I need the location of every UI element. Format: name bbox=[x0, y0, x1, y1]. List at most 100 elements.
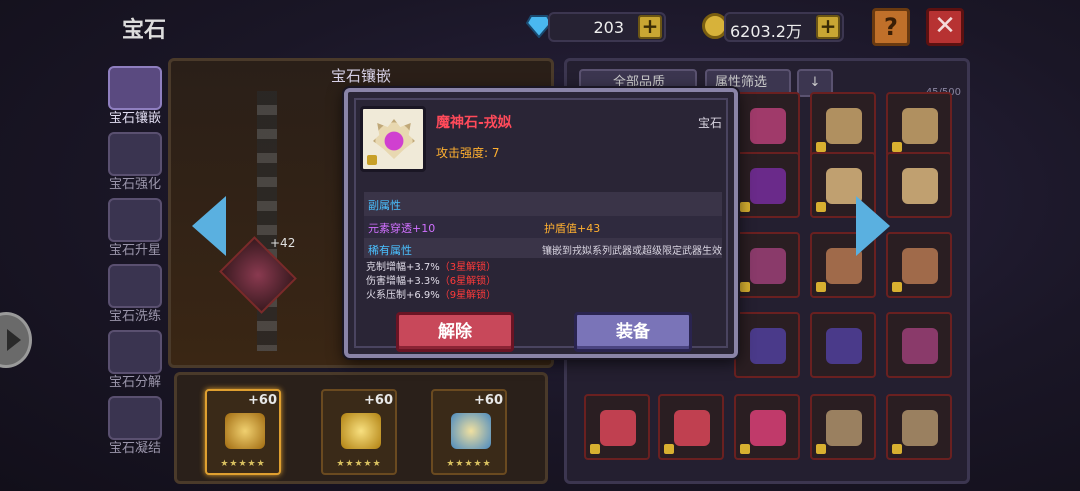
sub-attr-shield: 护盾值+43 bbox=[544, 222, 601, 235]
lock-icon bbox=[740, 444, 750, 454]
page-title: 宝石 bbox=[122, 18, 167, 43]
gold-amount: 6203.2万 bbox=[730, 22, 802, 41]
sidebar-item-label: 宝石分解 bbox=[108, 375, 161, 390]
socket-bonus: +42 bbox=[270, 236, 296, 250]
gem-icon bbox=[674, 410, 710, 446]
help-button[interactable]: ? bbox=[872, 8, 910, 46]
lock-icon bbox=[816, 202, 826, 212]
slot-bonus: +60 bbox=[474, 393, 503, 408]
prev-arrow-icon[interactable] bbox=[192, 196, 226, 256]
gem-icon bbox=[600, 410, 636, 446]
sidebar-item-gem-condense[interactable]: 宝石凝结 bbox=[104, 394, 166, 456]
unlock-condition: （9星解锁） bbox=[439, 290, 497, 301]
star-rating: ★★★★★ bbox=[220, 459, 266, 469]
gem-cell[interactable] bbox=[886, 312, 952, 378]
gem-cell[interactable] bbox=[810, 92, 876, 158]
play-arrow-icon bbox=[7, 329, 21, 351]
crown-gem-icon bbox=[341, 413, 381, 449]
sidebar-item-gem-inlay[interactable]: 宝石镶嵌 bbox=[104, 64, 166, 126]
sidebar-item-gem-enhance[interactable]: 宝石强化 bbox=[104, 130, 166, 192]
side-expand-button[interactable] bbox=[0, 312, 32, 368]
gem-name: 魔神石-戎姒 bbox=[436, 115, 512, 131]
crown-gem-icon bbox=[373, 119, 415, 159]
gem-cell[interactable] bbox=[734, 152, 800, 218]
slot-bonus: +60 bbox=[364, 393, 393, 408]
orbit-gem-icon bbox=[451, 413, 491, 449]
diamond-counter: 203 + bbox=[548, 12, 666, 42]
gem-cell[interactable] bbox=[734, 394, 800, 460]
star-rating: ★★★★★ bbox=[336, 459, 382, 469]
next-arrow-icon[interactable] bbox=[856, 196, 890, 256]
gem-icon bbox=[750, 328, 786, 364]
sidebar-item-label: 宝石洗练 bbox=[108, 309, 161, 324]
remove-button[interactable]: 解除 bbox=[396, 312, 514, 352]
gem-cell[interactable] bbox=[886, 92, 952, 158]
gem-cell[interactable] bbox=[734, 232, 800, 298]
gem-cell[interactable] bbox=[810, 394, 876, 460]
sub-attr-title: 副属性 bbox=[368, 199, 401, 212]
gem-enhance-icon bbox=[108, 132, 162, 176]
lock-icon bbox=[892, 142, 902, 152]
lock-icon bbox=[816, 282, 826, 292]
star-rating: ★★★★★ bbox=[446, 459, 492, 469]
star-icon bbox=[108, 198, 162, 242]
gem-portrait bbox=[360, 106, 426, 172]
rare-attr-title: 稀有属性 bbox=[368, 244, 412, 257]
sidebar-item-gem-decompose[interactable]: 宝石分解 bbox=[104, 328, 166, 390]
gem-icon bbox=[750, 410, 786, 446]
lock-icon bbox=[664, 444, 674, 454]
attack-stat: 攻击强度: 7 bbox=[436, 146, 500, 160]
rare-attr-note: 镶嵌到戎姒系列武器或超级限定武器生效 bbox=[542, 246, 722, 257]
gem-condense-icon bbox=[108, 396, 162, 440]
gem-icon bbox=[750, 248, 786, 284]
gem-icon bbox=[225, 413, 265, 449]
sub-attr-header: 副属性 bbox=[364, 192, 722, 216]
rare-attr-line: 伤害增幅+3.3%（6星解锁） bbox=[366, 272, 496, 287]
inlay-panel-title: 宝石镶嵌 bbox=[330, 67, 391, 85]
gem-icon bbox=[902, 168, 938, 204]
equipped-slot[interactable]: +60 ★★★★★ bbox=[431, 389, 507, 475]
lock-icon bbox=[892, 444, 902, 454]
diamond-amount: 203 bbox=[593, 18, 624, 37]
rare-attr-line: 火系压制+6.9%（9星解锁） bbox=[366, 286, 496, 301]
equipped-slot[interactable]: +60 ★★★★★ bbox=[321, 389, 397, 475]
slot-bonus: +60 bbox=[248, 393, 277, 408]
lock-icon bbox=[892, 282, 902, 292]
add-gold-button[interactable]: + bbox=[816, 15, 840, 39]
gem-decompose-icon bbox=[108, 330, 162, 374]
equipped-slot[interactable]: +60 ★★★★★ bbox=[205, 389, 281, 475]
sidebar-item-label: 宝石升星 bbox=[108, 243, 161, 258]
gem-icon bbox=[902, 248, 938, 284]
gem-icon bbox=[902, 410, 938, 446]
gem-icon bbox=[902, 108, 938, 144]
gem-icon bbox=[826, 410, 862, 446]
item-type: 宝石 bbox=[697, 116, 722, 130]
lock-icon bbox=[816, 142, 826, 152]
lock-icon bbox=[590, 444, 600, 454]
sidebar-item-gem-refine[interactable]: 宝石洗练 bbox=[104, 262, 166, 324]
gem-cell[interactable] bbox=[886, 152, 952, 218]
gem-cell[interactable] bbox=[810, 312, 876, 378]
lock-icon bbox=[740, 282, 750, 292]
gem-cell[interactable] bbox=[658, 394, 724, 460]
gem-icon bbox=[902, 328, 938, 364]
gold-counter: 6203.2万 + bbox=[724, 12, 844, 42]
gem-cell[interactable] bbox=[886, 394, 952, 460]
sub-attr-elemental: 元素穿透+10 bbox=[368, 222, 436, 235]
gem-cell[interactable] bbox=[584, 394, 650, 460]
gem-icon bbox=[750, 108, 786, 144]
gem-refine-icon bbox=[108, 264, 162, 308]
gem-cell[interactable] bbox=[734, 92, 800, 158]
close-button[interactable]: ✕ bbox=[926, 8, 964, 46]
lock-icon bbox=[816, 444, 826, 454]
rare-attr-text: 火系压制+6.9% bbox=[366, 290, 440, 301]
rare-attr-line: 克制增幅+3.7%（3星解锁） bbox=[366, 258, 496, 273]
add-diamond-button[interactable]: + bbox=[638, 15, 662, 39]
lock-icon bbox=[740, 202, 750, 212]
sidebar-item-gem-star-up[interactable]: 宝石升星 bbox=[104, 196, 166, 258]
gem-cell[interactable] bbox=[886, 232, 952, 298]
gem-cell[interactable] bbox=[734, 312, 800, 378]
gem-detail-popup: 魔神石-戎姒 宝石 攻击强度: 7 副属性 元素穿透+10 护盾值+43 稀有属… bbox=[344, 88, 738, 358]
equip-button[interactable]: 装备 bbox=[574, 312, 692, 352]
sidebar-item-label: 宝石强化 bbox=[108, 177, 161, 192]
